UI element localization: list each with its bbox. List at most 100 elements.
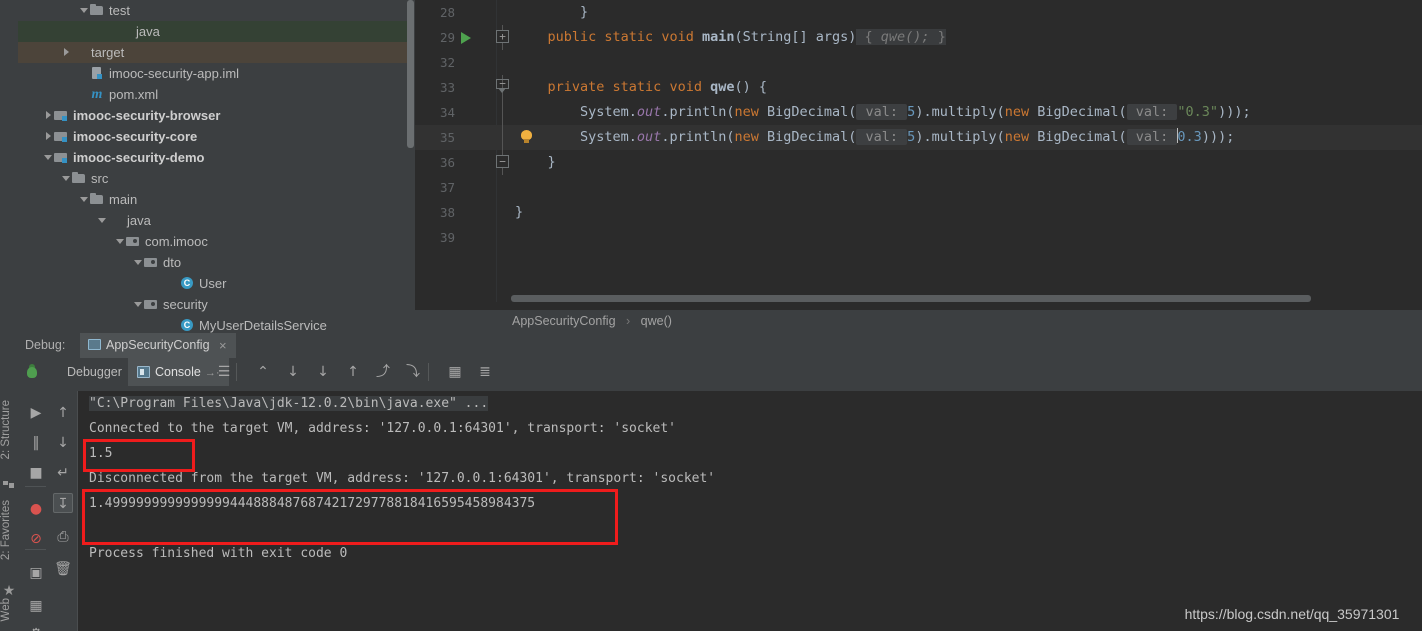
chevron-right-icon[interactable] [44,126,53,147]
close-icon[interactable]: × [219,333,227,358]
toolbar-divider [428,363,429,381]
code-text[interactable]: private static void qwe() { [515,75,767,100]
favorites-tool-label[interactable]: 2: Favorites [0,500,18,560]
view-breakpoints-icon[interactable]: ● [26,499,46,519]
code-text[interactable]: public static void main(String[] args) {… [515,25,946,50]
chevron-right-icon[interactable] [62,42,71,63]
code-line[interactable]: 35 System.out.println(new BigDecimal( va… [415,125,1422,150]
editor-horizontal-scrollbar[interactable] [511,295,1422,302]
code-line[interactable]: 39 [415,225,1422,250]
tree-item-myuserdetailsservice[interactable]: MyUserDetailsService [18,315,414,333]
code-text[interactable]: } [515,150,556,175]
run-main-icon[interactable] [461,32,471,44]
tab-debugger[interactable]: Debugger [58,358,131,386]
run-to-cursor-icon[interactable]: ⤵ [404,363,422,381]
layout-icon[interactable]: ▦ [26,596,46,616]
tree-item-imooc-security-browser[interactable]: imooc-security-browser [18,105,414,126]
breadcrumb[interactable]: AppSecurityConfig › qwe() [415,310,1422,333]
tree-item-main[interactable]: main [18,189,414,210]
scroll-to-top-icon[interactable]: ⌃ [254,363,272,381]
debug-session-tab[interactable]: AppSecurityConfig × [80,333,236,358]
breadcrumb-class[interactable]: AppSecurityConfig [512,314,616,328]
code-line[interactable]: 38} [415,200,1422,225]
web-tool-label[interactable]: Web [0,598,18,621]
tree-item-java[interactable]: java [18,21,414,42]
scroll-to-end-icon[interactable]: ↧ [53,493,73,513]
resume-program-icon[interactable]: ▶ [26,403,46,423]
step-up-icon[interactable]: ↑ [344,363,362,381]
line-number: 33 [439,80,455,95]
code-text[interactable]: System.out.println(new BigDecimal( val: … [515,100,1251,125]
tree-item-label: pom.xml [109,87,159,102]
chevron-down-icon[interactable] [80,0,89,21]
tree-item-com-imooc[interactable]: com.imooc [18,231,414,252]
favorites-star-icon[interactable]: ★ [2,583,16,597]
code-text[interactable]: } [515,200,523,225]
module-icon [53,147,69,168]
breadcrumb-method[interactable]: qwe() [641,314,672,328]
code-line[interactable]: 33 − private static void qwe() { [415,75,1422,100]
mute-breakpoints-icon[interactable]: ⊘ [26,529,46,549]
soft-wrap-icon[interactable]: ☰ [215,363,233,381]
stop-icon[interactable]: ■ [26,463,46,483]
project-tree[interactable]: test java target imooc-security-app.iml m pom… [18,0,414,333]
chevron-down-icon[interactable] [134,252,143,273]
tree-item-imooc-security-app-iml[interactable]: imooc-security-app.iml [18,63,414,84]
tree-item-target[interactable]: target [18,42,414,63]
code-editor[interactable]: 28 } 29 + public static void main(String[]… [415,0,1422,333]
chevron-down-icon[interactable] [134,294,143,315]
step-out-icon-glyph: ⤴ [376,364,390,380]
chevron-right-icon[interactable] [44,105,53,126]
folder-green-icon [116,21,132,42]
print-icon[interactable]: ⎙ [53,527,73,547]
tab-console-label: Console [155,365,201,379]
console-output[interactable]: "C:\Program Files\Java\jdk-12.0.2\bin\ja… [78,391,1422,631]
chevron-down-icon[interactable] [80,189,89,210]
code-line[interactable]: 28 } [415,0,1422,25]
structure-tool-label[interactable]: 2: Structure [0,400,18,459]
step-out-icon[interactable]: ⤴ [374,363,392,381]
tree-item-imooc-security-core[interactable]: imooc-security-core [18,126,414,147]
code-text[interactable]: } [515,0,588,25]
tree-item-imooc-security-demo[interactable]: imooc-security-demo [18,147,414,168]
chevron-down-icon[interactable] [116,231,125,252]
project-tree-scrollbar[interactable] [406,0,414,333]
fold-expand-icon[interactable]: + [496,30,509,43]
tree-item-user[interactable]: User [18,273,414,294]
pause-program-icon[interactable]: ‖ [26,433,46,453]
tree-item-src[interactable]: src [18,168,414,189]
tree-item-dto[interactable]: dto [18,252,414,273]
screenshot-icon[interactable]: ▣ [26,563,46,583]
fold-region-start-icon[interactable]: − [496,78,509,93]
step-down-icon[interactable]: ↓ [284,363,302,381]
scroll-down-icon[interactable]: ↓ [53,433,73,453]
structure-icon[interactable] [3,481,15,491]
editor-hscrollbar-thumb[interactable] [511,295,1311,302]
chevron-down-icon[interactable] [98,210,107,231]
code-line[interactable]: 34 System.out.println(new BigDecimal( va… [415,100,1422,125]
editor-lines[interactable]: 28 } 29 + public static void main(String[]… [415,0,1422,250]
project-tree-scrollbar-thumb[interactable] [407,0,414,148]
code-text[interactable]: System.out.println(new BigDecimal( val: … [515,125,1234,150]
code-line[interactable]: 37 [415,175,1422,200]
fold-collapse-icon[interactable]: − [496,155,509,168]
step-down-2-icon[interactable]: ↓ [314,363,332,381]
tree-item-test[interactable]: test [18,0,414,21]
tree-item-java[interactable]: java [18,210,414,231]
chevron-down-icon[interactable] [62,168,71,189]
code-line[interactable]: 36 − } [415,150,1422,175]
tab-console[interactable]: Console →· [128,358,229,386]
line-number: 29 [439,30,455,45]
code-line[interactable]: 29 + public static void main(String[] arg… [415,25,1422,50]
tree-item-security[interactable]: security [18,294,414,315]
scroll-up-icon[interactable]: ↑ [53,403,73,423]
settings-gear-icon[interactable]: ⚙ [26,624,46,631]
soft-wrap-lines-icon[interactable]: ↵ [53,463,73,483]
chevron-down-icon[interactable] [44,147,53,168]
clear-all-icon[interactable]: 🗑 [53,559,73,579]
tree-item-pom-xml[interactable]: m pom.xml [18,84,414,105]
settings-list-icon[interactable]: ≣ [476,363,494,381]
evaluate-expression-icon[interactable]: ▦ [446,363,464,381]
code-line[interactable]: 32 [415,50,1422,75]
